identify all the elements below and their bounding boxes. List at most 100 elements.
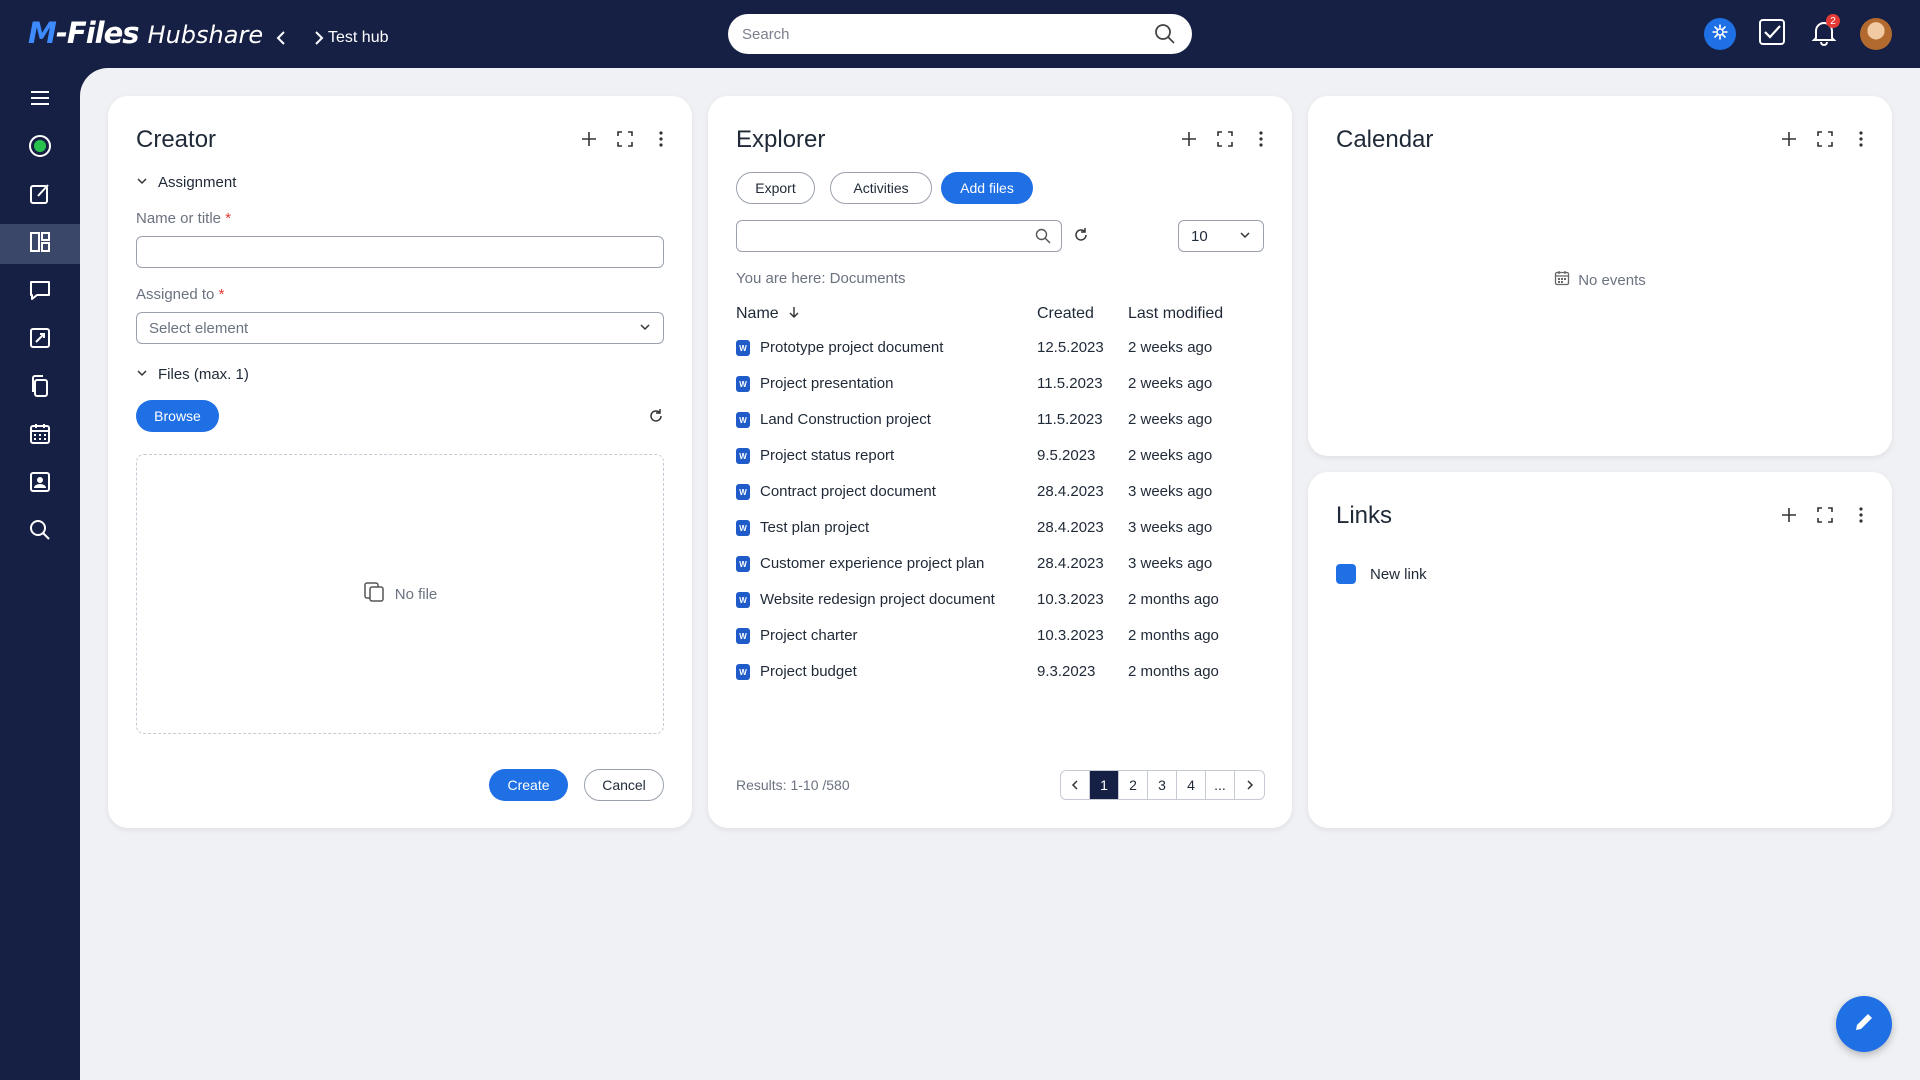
more-vertical-icon[interactable] — [652, 130, 670, 148]
sidebar-item-contacts[interactable] — [0, 464, 80, 504]
location-text: You are here: Documents — [736, 270, 906, 287]
name-input[interactable] — [136, 236, 664, 268]
logo-wordmark: M-Files — [28, 16, 140, 50]
page-button[interactable]: 3 — [1148, 771, 1177, 799]
activities-button[interactable]: Activities — [830, 172, 932, 204]
pencil-icon — [1851, 1009, 1877, 1040]
word-file-icon: W — [736, 556, 750, 572]
sort-down-icon — [789, 305, 799, 323]
documents-icon — [28, 374, 52, 403]
links-widget: Links New link — [1308, 472, 1892, 828]
select-placeholder: Select element — [149, 319, 249, 337]
ai-assistant-button[interactable] — [1704, 18, 1736, 50]
word-file-icon: W — [736, 376, 750, 392]
refresh-icon[interactable] — [648, 408, 664, 424]
table-row[interactable]: W Contract project document 28.4.2023 3 wee… — [736, 474, 1264, 510]
breadcrumb-current[interactable]: Test hub — [328, 29, 388, 47]
sidebar-item-creator[interactable] — [0, 176, 80, 216]
table-row[interactable]: W Project status report 9.5.2023 2 weeks ag… — [736, 438, 1264, 474]
page-size-select[interactable]: 10 — [1178, 220, 1264, 252]
search-icon — [1035, 228, 1051, 244]
app-logo[interactable]: M-Files Hubshare — [28, 16, 263, 52]
back-arrow-icon[interactable] — [272, 28, 292, 48]
forward-arrow-icon[interactable] — [308, 28, 328, 48]
widget-actions — [1780, 506, 1870, 524]
export-button[interactable]: Export — [736, 172, 815, 204]
create-button[interactable]: Create — [489, 769, 568, 801]
expand-icon[interactable] — [1216, 130, 1234, 148]
table-row[interactable]: W Prototype project document 12.5.2023 2 we… — [736, 330, 1264, 366]
column-header-created[interactable]: Created — [1037, 305, 1094, 323]
table-row[interactable]: W Customer experience project plan 28.4.20… — [736, 546, 1264, 582]
explorer-widget: Explorer Export Activities Add files 10 … — [708, 96, 1292, 828]
calendar-icon — [28, 422, 52, 451]
assigned-select[interactable]: Select element — [136, 312, 664, 344]
table-row[interactable]: W Test plan project 28.4.2023 3 weeks ago — [736, 510, 1264, 546]
page-button[interactable]: 4 — [1177, 771, 1206, 799]
top-bar: M-Files Hubshare Test hub 2 — [0, 0, 1920, 68]
expand-icon[interactable] — [616, 130, 634, 148]
column-header-name[interactable]: Name — [736, 305, 799, 323]
sidebar-menu-toggle[interactable] — [0, 80, 80, 120]
sidebar-item-chat[interactable] — [0, 272, 80, 312]
more-vertical-icon[interactable] — [1252, 130, 1270, 148]
link-label: New link — [1370, 565, 1427, 583]
history-nav — [272, 28, 328, 48]
sidebar-item-status[interactable] — [0, 128, 80, 168]
page-button-current[interactable]: 1 — [1090, 771, 1119, 799]
prev-page-icon[interactable] — [1061, 771, 1090, 799]
refresh-icon[interactable] — [1073, 227, 1091, 245]
user-avatar[interactable] — [1860, 18, 1892, 50]
explorer-search-field[interactable] — [736, 220, 1062, 252]
word-file-icon: W — [736, 340, 750, 356]
table-row[interactable]: W Project budget 9.3.2023 2 months ago — [736, 654, 1264, 690]
contact-card-icon — [28, 470, 52, 499]
name-field-label: Name or title * — [136, 210, 232, 227]
sidebar-item-documents[interactable] — [0, 368, 80, 408]
next-page-icon[interactable] — [1235, 771, 1264, 799]
checkbox-icon — [1758, 18, 1786, 51]
more-vertical-icon[interactable] — [1852, 506, 1870, 524]
chevron-down-icon — [1239, 228, 1251, 245]
expand-icon[interactable] — [1816, 130, 1834, 148]
sidebar-item-projects[interactable] — [0, 320, 80, 360]
sidebar-item-dashboard[interactable] — [0, 224, 80, 264]
word-file-icon: W — [736, 628, 750, 644]
sidebar-item-search[interactable] — [0, 512, 80, 552]
link-item[interactable]: New link — [1336, 564, 1427, 584]
sidebar-item-calendar[interactable] — [0, 416, 80, 456]
assignment-section-toggle[interactable]: Assignment — [136, 174, 236, 191]
calendar-empty-state: No events — [1308, 270, 1892, 290]
table-row[interactable]: W Project charter 10.3.2023 2 months ago — [736, 618, 1264, 654]
add-icon[interactable] — [1180, 130, 1198, 148]
word-file-icon: W — [736, 448, 750, 464]
pagination: 1 2 3 4 ... — [1060, 770, 1265, 800]
expand-icon[interactable] — [1816, 506, 1834, 524]
file-dropzone[interactable]: No file — [136, 454, 664, 734]
table-row[interactable]: W Website redesign project document 10.3.2… — [736, 582, 1264, 618]
tasks-button[interactable] — [1756, 18, 1788, 50]
widget-title: Explorer — [736, 126, 826, 153]
file-copy-icon — [363, 581, 385, 607]
page-ellipsis[interactable]: ... — [1206, 771, 1235, 799]
browse-button[interactable]: Browse — [136, 400, 219, 432]
search-icon[interactable] — [1154, 23, 1176, 45]
cancel-button[interactable]: Cancel — [584, 769, 664, 801]
table-row[interactable]: W Land Construction project 11.5.2023 2 wee… — [736, 402, 1264, 438]
word-file-icon: W — [736, 412, 750, 428]
edit-fab-button[interactable] — [1836, 996, 1892, 1052]
page-button[interactable]: 2 — [1119, 771, 1148, 799]
notifications-button[interactable]: 2 — [1808, 14, 1840, 50]
table-row[interactable]: W Project presentation 11.5.2023 2 weeks ag… — [736, 366, 1264, 402]
add-icon[interactable] — [1780, 506, 1798, 524]
search-input[interactable] — [742, 22, 1142, 46]
menu-icon — [29, 90, 51, 111]
add-icon[interactable] — [1780, 130, 1798, 148]
creator-widget: Creator Assignment Name or title * Assig… — [108, 96, 692, 828]
add-files-button[interactable]: Add files — [941, 172, 1033, 204]
no-file-text: No file — [394, 585, 438, 603]
add-icon[interactable] — [580, 130, 598, 148]
files-section-toggle[interactable]: Files (max. 1) — [136, 366, 249, 383]
column-header-modified[interactable]: Last modified — [1128, 305, 1223, 323]
more-vertical-icon[interactable] — [1852, 130, 1870, 148]
